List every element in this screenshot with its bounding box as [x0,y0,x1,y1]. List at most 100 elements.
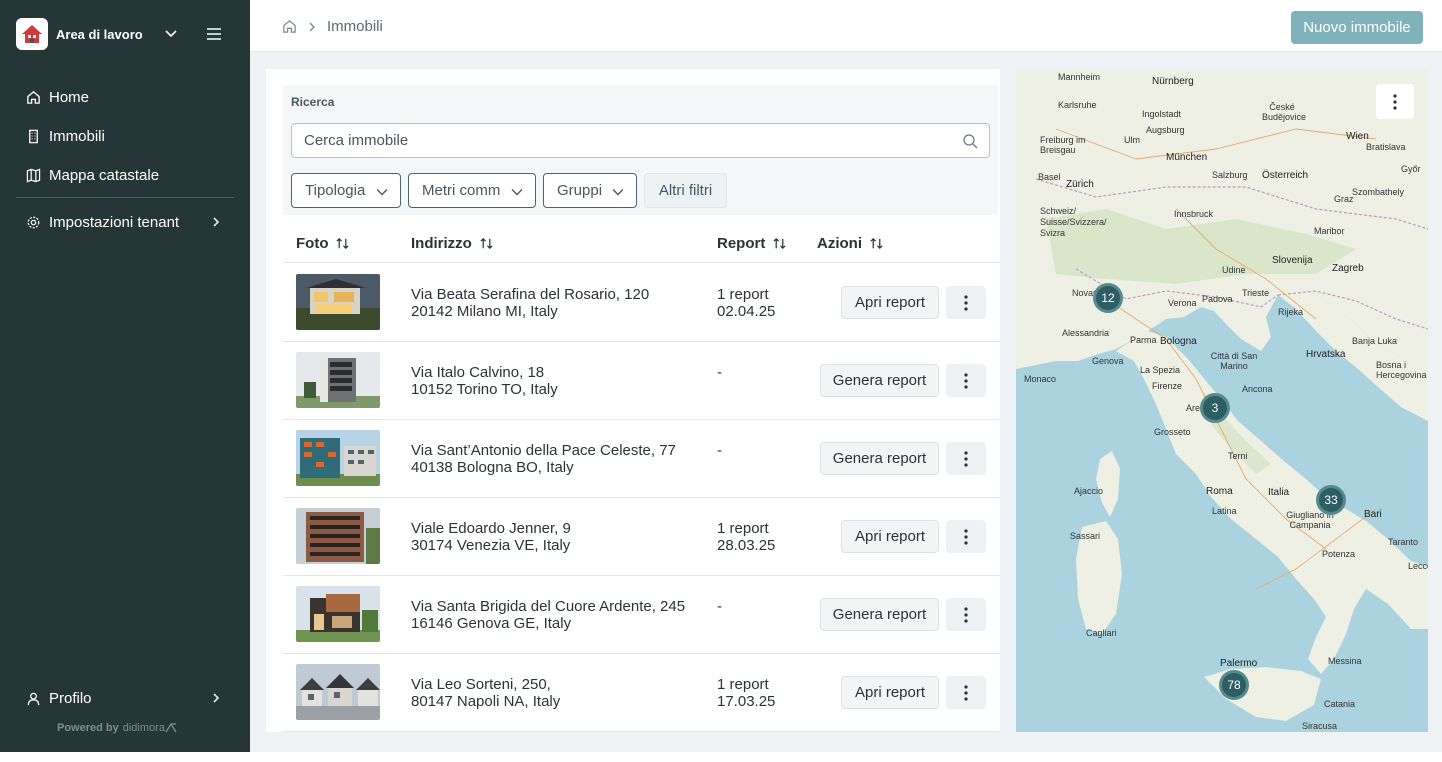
search-icon[interactable] [962,133,978,149]
sidebar-item-label: Mappa catastale [49,166,160,184]
map-label: Rijeka [1278,307,1304,317]
column-foto[interactable]: Foto [296,235,350,252]
address-city: 10152 Torino TO, Italy [411,381,558,398]
generate-report-button[interactable]: Genera report [820,442,939,475]
map-label: La Spezia [1140,365,1181,375]
chevron-down-icon[interactable] [164,26,178,40]
map-label: Maribor [1314,226,1345,236]
kebab-icon [1393,93,1397,110]
column-label: Azioni [817,235,862,252]
map-label: Parma [1130,335,1157,345]
report-count: - [717,442,722,459]
property-address: Via Leo Sorteni, 250, 80147 Napoli NA, It… [411,676,560,710]
new-property-button[interactable]: Nuovo immobile [1291,11,1423,44]
report-count: - [717,598,722,615]
map-label: Terni [1228,451,1248,461]
filter-metri-comm[interactable]: Metri comm [408,173,536,208]
main-content: Ricerca Tipologia Metri comm Gruppi [250,52,1442,752]
sidebar-item-immobili[interactable]: Immobili [16,119,234,153]
sort-icon[interactable] [772,236,787,251]
search-input[interactable] [304,132,944,149]
powered-by: Powered by didimora [57,722,177,734]
map-label: Ancona [1242,384,1273,394]
property-photo [296,586,380,642]
address-line: Via Santa Brigida del Cuore Ardente, 245 [411,598,686,615]
generate-report-button[interactable]: Genera report [820,598,939,631]
workspace-switcher[interactable]: Area di lavoro [16,18,234,50]
powered-by-brand: didimora [122,722,165,734]
sidebar: Area di lavoro Home Immobili Mappa catas… [0,0,250,752]
map-label: Messina [1328,656,1362,666]
row-menu-button[interactable] [946,598,986,631]
open-report-button[interactable]: Apri report [841,286,939,319]
sort-icon[interactable] [869,236,884,251]
map-label: Zagreb [1332,263,1364,274]
table-row[interactable]: Via Beata Serafina del Rosario, 120 20142… [283,264,1000,342]
column-azioni[interactable]: Azioni [817,235,884,252]
address-city: 40138 Bologna BO, Italy [411,459,574,476]
generate-report-button[interactable]: Genera report [820,364,939,397]
home-icon [27,90,40,104]
map-label: Potenza [1322,549,1356,559]
column-label: Indirizzo [411,235,472,252]
sidebar-item-home[interactable]: Home [16,80,234,114]
map-cluster-marker[interactable]: 3 [1200,393,1230,423]
row-menu-button[interactable] [946,676,986,709]
map-menu-button[interactable] [1376,84,1414,119]
map-label: Palermo [1220,658,1258,669]
map-label: Taranto [1388,537,1419,547]
sort-icon[interactable] [479,236,494,251]
chevron-down-icon [376,189,388,196]
sidebar-item-label: Impostazioni tenant [49,213,180,231]
sidebar-item-profilo[interactable]: Profilo [16,681,234,715]
map-label: Sassari [1070,531,1101,541]
filter-tipologia[interactable]: Tipologia [291,173,401,208]
row-menu-button[interactable] [946,286,986,319]
property-address: Via Santa Brigida del Cuore Ardente, 245… [411,598,685,632]
table-row[interactable]: Viale Edoardo Jenner, 9 30174 Venezia VE,… [283,498,1000,576]
column-indirizzo[interactable]: Indirizzo [411,235,494,252]
open-report-button[interactable]: Apri report [841,676,939,709]
more-filters-button[interactable]: Altri filtri [644,173,727,208]
hamburger-menu-icon[interactable] [206,26,222,42]
table-row[interactable]: Via Sant’Antonio della Pace Celeste, 77 4… [283,420,1000,498]
map-label: Padova [1202,294,1233,304]
map-cluster-marker[interactable]: 12 [1093,283,1123,313]
table-row[interactable]: Via Leo Sorteni, 250, 80147 Napoli NA, It… [283,654,1000,732]
filter-gruppi[interactable]: Gruppi [543,173,637,208]
map-label: Nürnberg [1152,76,1194,87]
row-menu-button[interactable] [946,520,986,553]
home-icon[interactable] [282,19,297,34]
column-report[interactable]: Report [717,235,787,252]
map-label: Zürich [1066,179,1094,190]
chevron-down-icon [612,189,624,196]
sidebar-item-impostazioni-tenant[interactable]: Impostazioni tenant [16,205,234,239]
table-row[interactable]: Via Italo Calvino, 18 10152 Torino TO, It… [283,342,1000,420]
map-label: Augsburg [1146,125,1185,135]
map-label: Verona [1168,298,1197,308]
map-label: Österreich [1262,170,1309,181]
table-row[interactable]: Via Santa Brigida del Cuore Ardente, 245… [283,576,1000,654]
map-label: Mannheim [1058,72,1101,82]
sidebar-item-mappa-catastale[interactable]: Mappa catastale [16,158,234,192]
map-cluster-marker[interactable]: 33 [1316,485,1346,515]
sort-icon[interactable] [335,236,350,251]
address-line: Via Sant’Antonio della Pace Celeste, 77 [411,442,676,459]
map-view[interactable]: Mannheim Nürnberg Karlsruhe Ingolstadt A… [1016,69,1428,732]
report-count: 1 report [717,286,769,303]
kebab-icon [964,294,968,311]
app-root: Area di lavoro Home Immobili Mappa catas… [0,0,1442,762]
map-label: České Budějovice [1262,102,1307,122]
powered-by-prefix: Powered by [57,722,119,734]
sidebar-item-label: Home [49,88,90,106]
address-line: Viale Edoardo Jenner, 9 [411,520,571,537]
chevron-right-icon [213,217,220,227]
open-report-button[interactable]: Apri report [841,520,939,553]
table-header: Foto Indirizzo Report Azioni [283,229,1000,263]
row-menu-button[interactable] [946,364,986,397]
kebab-icon [964,606,968,623]
map-cluster-marker[interactable]: 78 [1219,670,1249,700]
row-menu-button[interactable] [946,442,986,475]
search-box[interactable] [291,123,990,158]
report-count: 1 report [717,676,769,693]
